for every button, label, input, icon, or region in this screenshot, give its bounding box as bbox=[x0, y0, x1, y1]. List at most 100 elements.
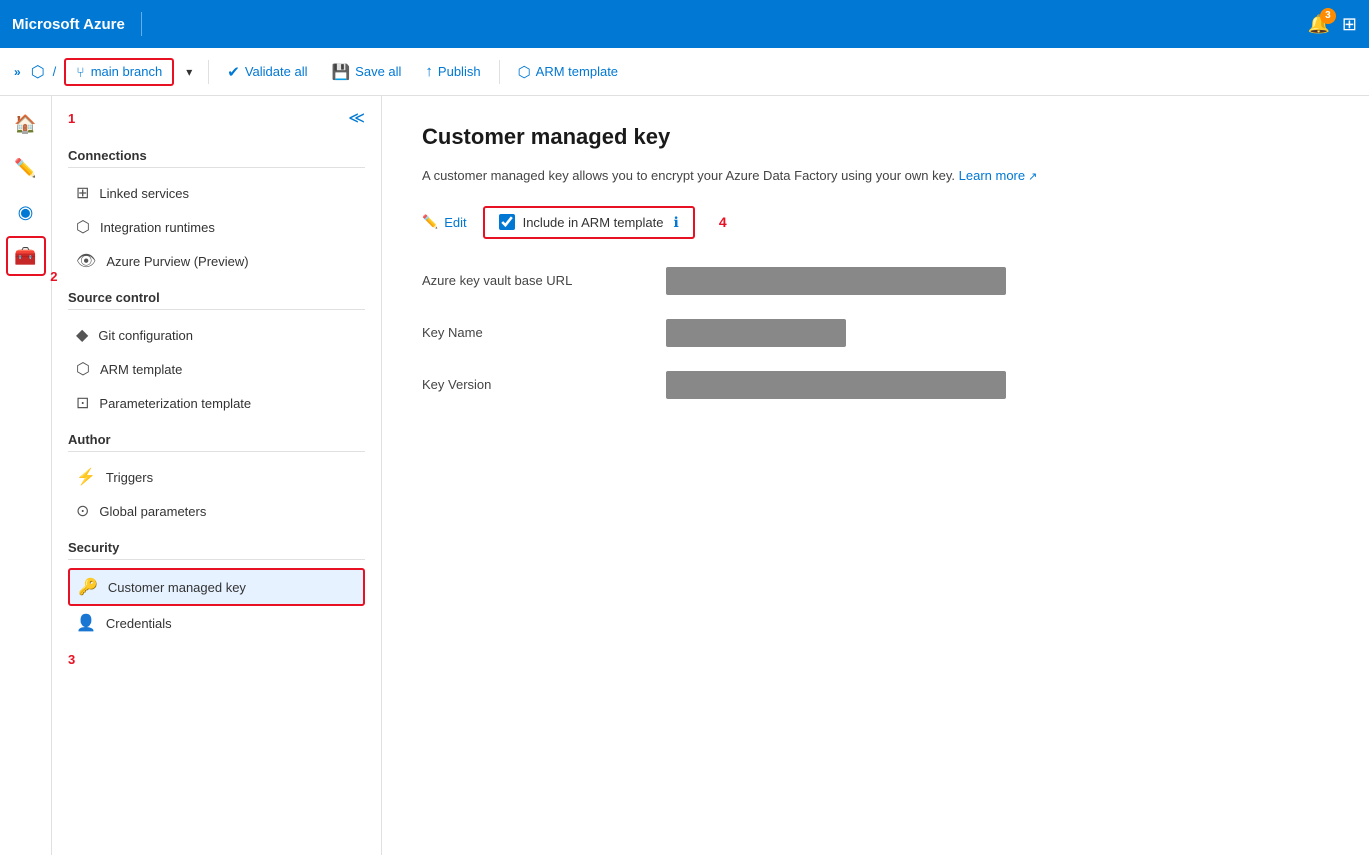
sidebar-monitor-button[interactable]: ◉ bbox=[6, 192, 46, 232]
author-section: Author ⚡ Triggers ⊙ Global parameters bbox=[52, 424, 381, 532]
triggers-icon: ⚡ bbox=[76, 467, 96, 487]
breadcrumb-separator: / bbox=[53, 64, 57, 79]
edit-button[interactable]: ✏️ Edit bbox=[422, 214, 467, 230]
key-version-field: Key Version bbox=[422, 371, 1329, 399]
arm-template-checkbox-label: Include in ARM template bbox=[523, 215, 664, 230]
key-vault-url-field: Azure key vault base URL bbox=[422, 267, 1329, 295]
branch-dropdown-button[interactable]: ▾ bbox=[178, 61, 200, 83]
credentials-icon: 👤 bbox=[76, 613, 96, 633]
triggers-item[interactable]: ⚡ Triggers bbox=[68, 460, 365, 494]
page-description: A customer managed key allows you to enc… bbox=[422, 166, 1329, 186]
left-panel-header: 1 ≪ bbox=[52, 96, 381, 140]
global-params-icon: ⊙ bbox=[76, 501, 89, 521]
validate-icon: ✔ bbox=[227, 63, 240, 81]
save-all-button[interactable]: 💾 Save all bbox=[321, 59, 411, 85]
left-panel-number-1: 1 bbox=[68, 111, 75, 126]
validate-all-button[interactable]: ✔ Validate all bbox=[217, 59, 317, 85]
source-control-section: Source control ◆ Git configuration ⬡ ARM… bbox=[52, 282, 381, 424]
key-vault-url-label: Azure key vault base URL bbox=[422, 273, 642, 288]
sidebar-edit-button[interactable]: ✏️ bbox=[6, 148, 46, 188]
security-section: Security 🔑 Customer managed key 👤 Creden… bbox=[52, 532, 381, 644]
arm-template-item[interactable]: ⬡ ARM template bbox=[68, 352, 365, 386]
branch-icon: ⑂ bbox=[76, 64, 84, 80]
sidebar-number-2: 2 bbox=[50, 269, 57, 284]
arm-template-button[interactable]: ⬡ ARM template bbox=[508, 59, 628, 85]
git-configuration-label: Git configuration bbox=[98, 328, 193, 343]
arm-template-checkbox-container: Include in ARM template ℹ bbox=[483, 206, 695, 239]
edit-label: Edit bbox=[444, 215, 466, 230]
arm-template-checkbox[interactable] bbox=[499, 214, 515, 230]
top-bar: Microsoft Azure 🔔 3 ⊞ bbox=[0, 0, 1369, 48]
connections-title: Connections bbox=[68, 148, 365, 163]
arm-template-sidebar-label: ARM template bbox=[100, 362, 182, 377]
notification-icon[interactable]: 🔔 3 bbox=[1307, 14, 1329, 35]
source-control-title: Source control bbox=[68, 290, 365, 305]
sidebar-home-button[interactable]: 🏠 bbox=[6, 104, 46, 144]
publish-label: Publish bbox=[438, 64, 481, 79]
branch-selector[interactable]: ⑂ main branch bbox=[64, 58, 174, 86]
left-panel: 1 ≪ Connections ⊞ Linked services ⬡ Inte… bbox=[52, 96, 382, 855]
learn-more-link[interactable]: Learn more bbox=[959, 168, 1038, 183]
git-configuration-item[interactable]: ◆ Git configuration bbox=[68, 318, 365, 352]
manage-icon: 🧰 bbox=[14, 246, 36, 267]
validate-all-label: Validate all bbox=[245, 64, 308, 79]
security-divider bbox=[68, 559, 365, 560]
credentials-label: Credentials bbox=[106, 616, 172, 631]
annotation-label-4: 4 bbox=[719, 214, 727, 230]
connections-divider bbox=[68, 167, 365, 168]
author-title: Author bbox=[68, 432, 365, 447]
app-title: Microsoft Azure bbox=[12, 16, 125, 33]
triggers-label: Triggers bbox=[106, 470, 153, 485]
parameterization-item[interactable]: ⊡ Parameterization template bbox=[68, 386, 365, 420]
settings-grid-icon[interactable]: ⊞ bbox=[1342, 14, 1357, 35]
key-version-value bbox=[666, 371, 1006, 399]
save-icon: 💾 bbox=[331, 63, 350, 81]
key-version-label: Key Version bbox=[422, 377, 642, 392]
publish-button[interactable]: ↑ Publish bbox=[415, 59, 490, 84]
nav-bar: » ⬡ / ⑂ main branch ▾ ✔ Validate all 💾 S… bbox=[0, 48, 1369, 96]
git-icon: ◆ bbox=[76, 325, 88, 345]
top-bar-actions: 🔔 3 ⊞ bbox=[1307, 14, 1357, 35]
key-name-field: Key Name bbox=[422, 319, 1329, 347]
nav-sep-1 bbox=[208, 60, 209, 84]
parameterization-label: Parameterization template bbox=[99, 396, 251, 411]
customer-managed-key-item[interactable]: 🔑 Customer managed key bbox=[68, 568, 365, 606]
linked-services-icon: ⊞ bbox=[76, 183, 89, 203]
arm-icon: ⬡ bbox=[518, 63, 531, 81]
sidebar-manage-button[interactable]: 🧰 2 bbox=[6, 236, 46, 276]
integration-runtimes-item[interactable]: ⬡ Integration runtimes bbox=[68, 210, 365, 244]
integration-runtimes-icon: ⬡ bbox=[76, 217, 90, 237]
key-name-value bbox=[666, 319, 846, 347]
purview-label: Azure Purview (Preview) bbox=[106, 254, 248, 269]
global-parameters-item[interactable]: ⊙ Global parameters bbox=[68, 494, 365, 528]
key-name-label: Key Name bbox=[422, 325, 642, 340]
author-divider bbox=[68, 451, 365, 452]
key-vault-url-value bbox=[666, 267, 1006, 295]
expand-nav-button[interactable]: » bbox=[8, 61, 27, 83]
description-text: A customer managed key allows you to enc… bbox=[422, 168, 955, 183]
customer-key-icon: 🔑 bbox=[78, 577, 98, 597]
page-title: Customer managed key bbox=[422, 124, 1329, 150]
customer-managed-key-label: Customer managed key bbox=[108, 580, 246, 595]
breadcrumb-icon: ⬡ bbox=[31, 62, 45, 82]
save-all-label: Save all bbox=[355, 64, 401, 79]
credentials-item[interactable]: 👤 Credentials bbox=[68, 606, 365, 640]
source-control-divider bbox=[68, 309, 365, 310]
linked-services-item[interactable]: ⊞ Linked services bbox=[68, 176, 365, 210]
purview-icon: 👁 bbox=[76, 251, 96, 271]
connections-section: Connections ⊞ Linked services ⬡ Integrat… bbox=[52, 140, 381, 282]
arm-template-label: ARM template bbox=[536, 64, 618, 79]
main-content-area: Customer managed key A customer managed … bbox=[382, 96, 1369, 855]
annotation-label-3: 3 bbox=[52, 644, 381, 675]
icon-sidebar: 🏠 ✏️ ◉ 🧰 2 bbox=[0, 96, 52, 855]
arm-template-icon: ⬡ bbox=[76, 359, 90, 379]
publish-icon: ↑ bbox=[425, 63, 433, 80]
edit-row: ✏️ Edit Include in ARM template ℹ 4 bbox=[422, 206, 1329, 239]
collapse-panel-button[interactable]: ≪ bbox=[348, 108, 365, 128]
edit-pencil-icon: ✏️ bbox=[422, 214, 438, 230]
linked-services-label: Linked services bbox=[99, 186, 189, 201]
branch-name: main branch bbox=[91, 64, 163, 79]
purview-item[interactable]: 👁 Azure Purview (Preview) bbox=[68, 244, 365, 278]
arm-info-icon[interactable]: ℹ bbox=[674, 214, 679, 231]
notification-badge: 3 bbox=[1320, 8, 1336, 24]
